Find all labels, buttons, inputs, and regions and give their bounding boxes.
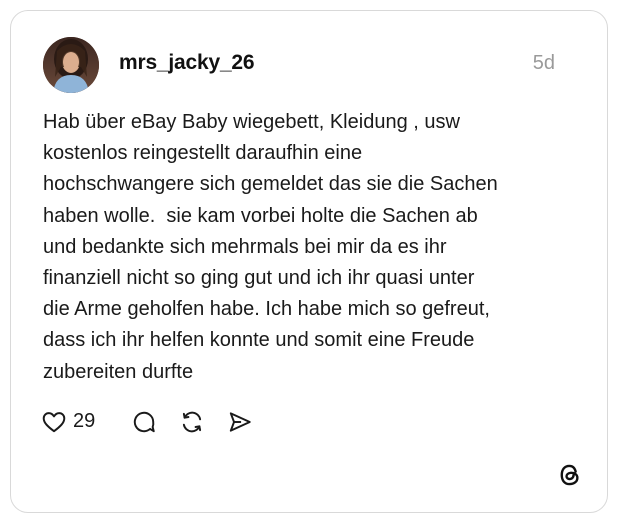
username[interactable]: mrs_jacky_26 xyxy=(119,51,255,75)
heart-icon[interactable] xyxy=(41,409,67,440)
like-count: 29 xyxy=(73,410,96,432)
post-timestamp: 5d xyxy=(532,52,555,74)
repost-icon[interactable] xyxy=(179,409,205,440)
send-icon[interactable] xyxy=(227,409,253,440)
threads-logo-icon xyxy=(557,462,583,488)
avatar-image xyxy=(43,37,99,93)
post-text: Hab über eBay Baby wiegebett, Kleidung ,… xyxy=(43,111,498,383)
post-card: mrs_jacky_26 5d Hab über eBay Baby wiege… xyxy=(10,10,608,513)
comment-bubble-icon[interactable] xyxy=(131,409,157,440)
avatar[interactable] xyxy=(43,37,99,93)
